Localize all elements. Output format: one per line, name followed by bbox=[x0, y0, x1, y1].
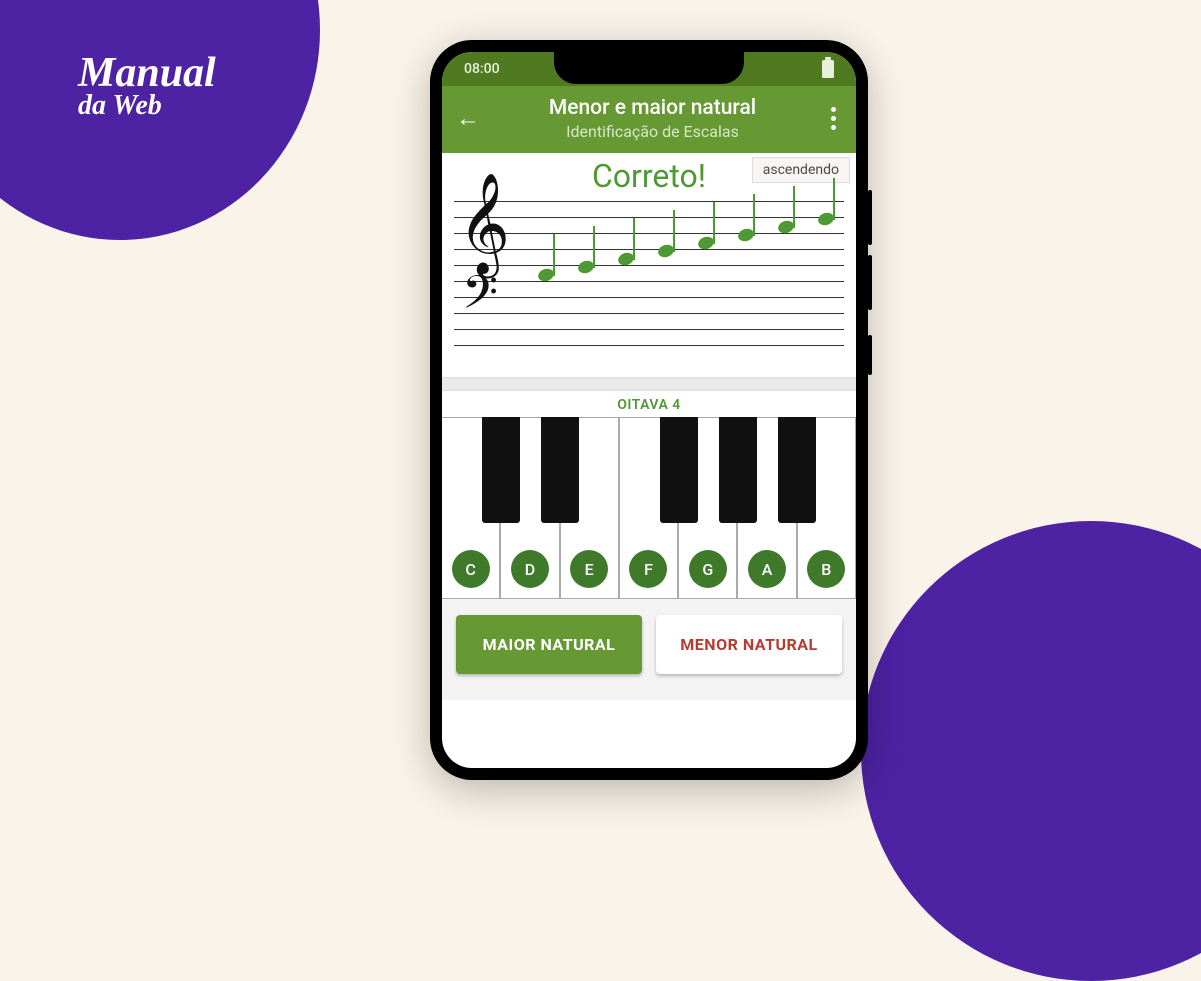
direction-badge: ascendendo bbox=[752, 157, 850, 183]
app-bar-titles: Menor e maior natural Identificação de E… bbox=[498, 96, 807, 141]
phone-side-button bbox=[868, 255, 872, 310]
piano-black-key-fs[interactable] bbox=[660, 417, 698, 523]
answer-buttons: MAIOR NATURAL MENOR NATURAL bbox=[442, 599, 856, 700]
piano-black-key-ds[interactable] bbox=[541, 417, 579, 523]
treble-clef-icon: 𝄞 bbox=[458, 181, 510, 269]
treble-staff: 𝄞 bbox=[454, 201, 844, 267]
phone-screen: 08:00 ← Menor e maior natural Identifica… bbox=[442, 52, 856, 768]
phone-frame: 08:00 ← Menor e maior natural Identifica… bbox=[430, 40, 868, 780]
piano-black-key-gs[interactable] bbox=[719, 417, 757, 523]
exercise-content: ascendendo Correto! 𝄞 bbox=[442, 153, 856, 700]
page-title: Menor e maior natural bbox=[498, 96, 807, 120]
key-label: C bbox=[452, 550, 490, 588]
piano-keyboard: C D E F G A B bbox=[442, 417, 856, 599]
section-divider bbox=[442, 377, 856, 391]
brand-line2: da Web bbox=[78, 93, 216, 118]
phone-side-button bbox=[868, 335, 872, 375]
piano-black-key-as[interactable] bbox=[778, 417, 816, 523]
answer-major-natural[interactable]: MAIOR NATURAL bbox=[456, 615, 642, 674]
piano-black-key-cs[interactable] bbox=[482, 417, 520, 523]
key-label: A bbox=[748, 550, 786, 588]
staff-area: 𝄞 bbox=[442, 195, 856, 377]
key-label: G bbox=[689, 550, 727, 588]
bass-staff: 𝄢 bbox=[454, 281, 844, 347]
octave-label: OITAVA 4 bbox=[442, 391, 856, 417]
decor-blob-bottom bbox=[861, 521, 1201, 981]
kebab-menu-icon[interactable] bbox=[825, 101, 842, 136]
phone-side-button bbox=[868, 190, 872, 245]
key-label: F bbox=[629, 550, 667, 588]
brand-logo: Manual da Web bbox=[78, 55, 216, 118]
key-label: B bbox=[807, 550, 845, 588]
bass-clef-icon: 𝄢 bbox=[462, 271, 498, 327]
key-label: E bbox=[570, 550, 608, 588]
page-subtitle: Identificação de Escalas bbox=[498, 122, 807, 141]
brand-line1: Manual bbox=[78, 55, 216, 93]
back-arrow-icon[interactable]: ← bbox=[456, 104, 480, 133]
battery-icon bbox=[822, 60, 834, 78]
app-bar: ← Menor e maior natural Identificação de… bbox=[442, 86, 856, 153]
phone-notch bbox=[554, 52, 744, 84]
key-label: D bbox=[511, 550, 549, 588]
status-time: 08:00 bbox=[464, 61, 500, 77]
answer-minor-natural[interactable]: MENOR NATURAL bbox=[656, 615, 842, 674]
